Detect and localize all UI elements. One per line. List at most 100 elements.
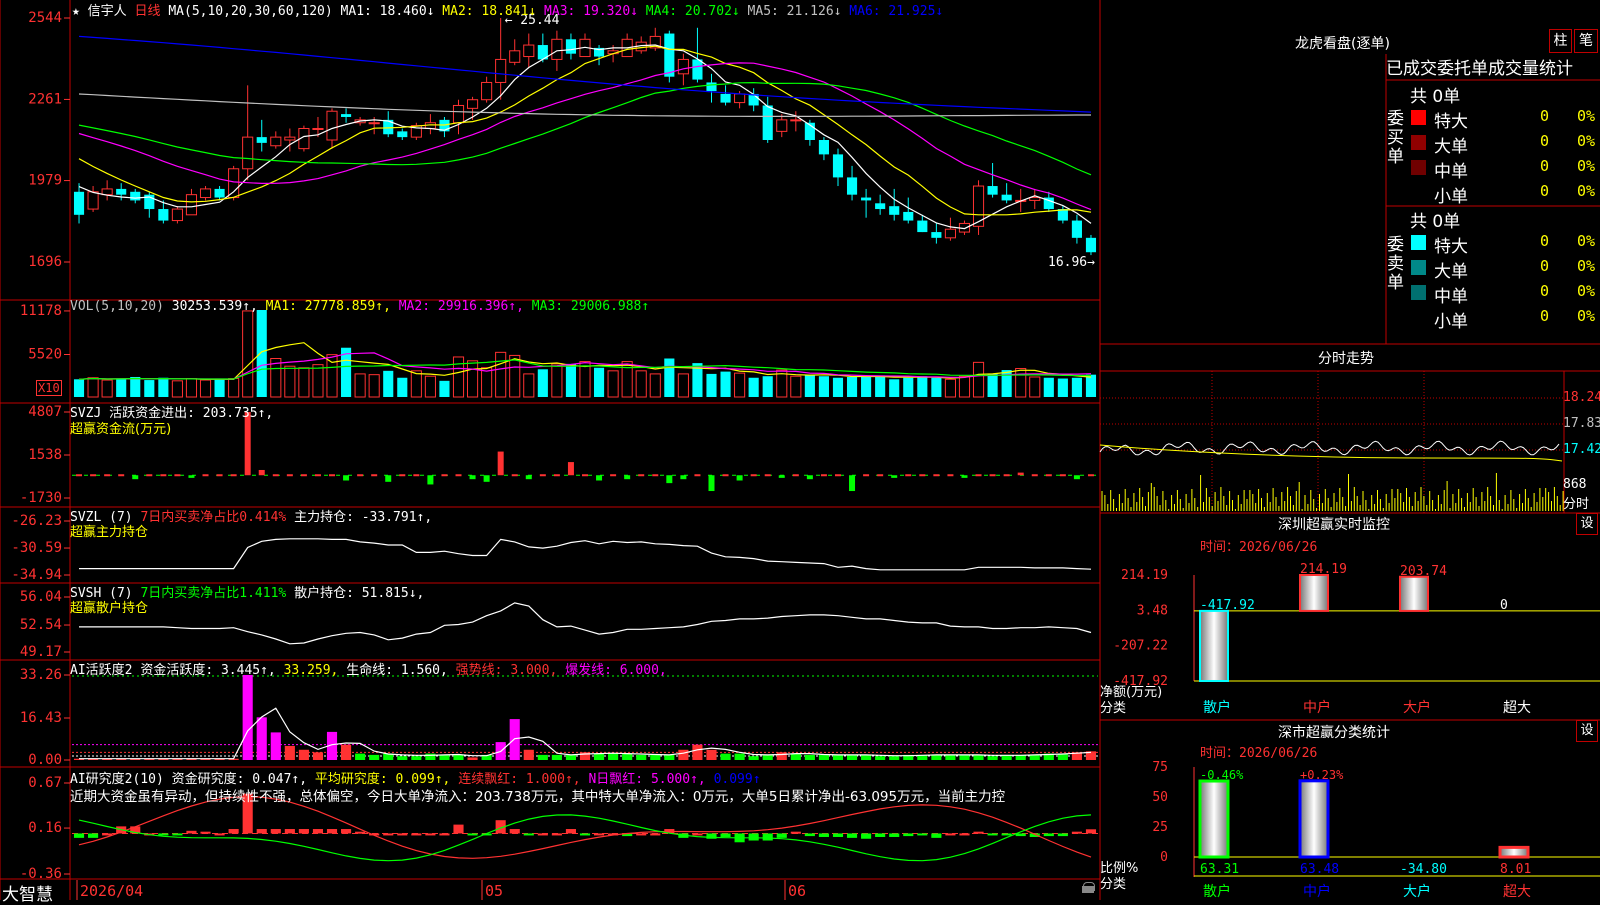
sell-row-count: 0: [1540, 232, 1550, 250]
vol-bar-up: [199, 379, 212, 398]
sz-class-settings-button[interactable]: 设: [1576, 720, 1598, 742]
sz-monitor-time: 时间：2026/06/26: [1200, 540, 1318, 555]
ai1-bar: [818, 754, 829, 760]
svzj-bar-zero: [694, 474, 701, 477]
vol-bar-down: [720, 371, 731, 397]
svzj-bar-zero: [286, 474, 293, 477]
ai1-life: 生命线: 1.560,: [346, 663, 448, 678]
ai1-bar: [411, 756, 422, 760]
ma-label-3: MA3: 19.320↓: [544, 4, 646, 19]
svzj-bar-zero: [553, 474, 560, 477]
candle-body-up: [270, 136, 282, 147]
tab-orders[interactable]: 委托单: [1437, 59, 1488, 79]
svzj-bar-zero: [314, 474, 321, 477]
intraday-price-line: [1099, 440, 1560, 456]
sz-class-category: 散户: [1203, 883, 1231, 900]
ai1-bar: [355, 753, 366, 760]
buy-row-label: 小单: [1434, 187, 1468, 207]
sz-class-category: 大户: [1403, 883, 1431, 900]
candle-body-up: [944, 228, 956, 239]
ai2-bar: [650, 833, 661, 836]
tick-view-button[interactable]: 笔: [1574, 29, 1598, 53]
vol-bar-up: [424, 375, 436, 398]
vol-bar-up: [972, 361, 985, 398]
ai1-title: AI活跃度2: [70, 663, 133, 678]
period-label[interactable]: 日线: [135, 4, 161, 19]
ai2-bar: [270, 829, 281, 834]
ai1-bar: [959, 754, 970, 760]
candle-body-up: [776, 119, 788, 132]
buy-row-count: 0: [1540, 182, 1550, 200]
candle-body-down: [130, 191, 141, 201]
ai2-bar: [846, 833, 858, 838]
sz-monitor-settings-button[interactable]: 设: [1576, 513, 1598, 535]
buy-row-label: 特大: [1434, 112, 1468, 132]
ai1-bar: [931, 754, 942, 760]
vol-bar-down: [383, 370, 394, 397]
vol-bar-down: [861, 376, 872, 397]
star-icon[interactable]: ★: [72, 4, 80, 19]
buy-row-pct: 0%: [1577, 157, 1596, 175]
ai1-bar: [987, 756, 998, 760]
candle-body-down: [720, 93, 731, 103]
sell-color-swatch: [1411, 260, 1426, 275]
ai2-bar: [1085, 829, 1097, 834]
candle-body-down: [762, 105, 773, 140]
svsh-hold: 散户持仓: 51.815↓,: [294, 586, 425, 601]
sz-monitor-category: 中户: [1303, 699, 1331, 716]
candle-body-up: [1029, 197, 1041, 201]
candle-body-up: [452, 104, 465, 124]
ai1-bar: [776, 752, 787, 760]
candle-body-down: [987, 186, 998, 195]
price-axis-label: 2544: [28, 10, 62, 26]
vol-bar-down: [116, 378, 127, 397]
intraday-axis-2: 17.42: [1563, 442, 1600, 457]
vol-ma3: MA3: 29006.988↑: [531, 299, 650, 314]
svzj-bar: [961, 475, 968, 478]
ai2-bar: [158, 833, 169, 836]
candle-body-down: [1085, 237, 1097, 253]
vol-bar-down: [917, 376, 928, 397]
bar-view-button[interactable]: 柱: [1549, 29, 1572, 53]
candle-body-up: [495, 58, 507, 83]
ai1-bar: [312, 752, 324, 760]
sell-color-swatch: [1411, 285, 1426, 300]
candle-body-up: [551, 38, 563, 60]
ai1-bar: [467, 757, 478, 760]
ai1-bar: [846, 754, 858, 760]
candle-body-down: [158, 209, 169, 221]
candle-body-down: [1071, 220, 1082, 238]
svzj-bar-zero: [76, 474, 83, 477]
sz-class-axis-label: 75: [1152, 760, 1168, 775]
candle-body-up: [284, 136, 296, 141]
vol-bar-down: [762, 376, 773, 397]
buy-row-count: 0: [1540, 157, 1550, 175]
tab-filled[interactable]: 已成交: [1386, 59, 1437, 79]
candle-body-up: [523, 44, 535, 58]
vol-bar-up: [467, 360, 479, 398]
kline-header: ★ 信宇人 日线 MA(5,10,20,30,60,120) MA1: 18.4…: [72, 0, 943, 19]
vol-bar-down: [73, 379, 85, 397]
candle-body-up: [312, 127, 324, 130]
vol-bar-down: [1085, 374, 1097, 397]
ai2-bar: [256, 829, 267, 834]
vol-bar-down: [144, 380, 155, 397]
candle-body-down: [692, 59, 703, 80]
ai2-bar: [720, 833, 731, 837]
ai2-commentary: 近期大资金虽有异动，但持续性不强，总体偏空，今日大单净流入：203.738万元，…: [70, 789, 1006, 805]
sz-monitor-category: 散户: [1203, 699, 1231, 716]
ma-label-6: MA6: 21.925↓: [849, 4, 944, 19]
ai1-bar: [720, 753, 731, 760]
tab-volume-stats[interactable]: 成交量统计: [1488, 59, 1573, 79]
svzj-bar-zero: [905, 474, 912, 477]
sell-total: 共 0单: [1410, 212, 1461, 232]
sz-class-title: 深市超赢分类统计: [1278, 725, 1390, 741]
ai1-bar: [242, 675, 253, 760]
candle-body-up: [368, 122, 380, 125]
vol-bar-up: [649, 373, 661, 398]
ai1-bar: [256, 717, 267, 760]
svzj-bar: [680, 475, 687, 480]
buy-row-label: 大单: [1434, 137, 1468, 157]
ai1-bar: [945, 754, 956, 760]
svzj-bar-zero: [399, 474, 406, 477]
